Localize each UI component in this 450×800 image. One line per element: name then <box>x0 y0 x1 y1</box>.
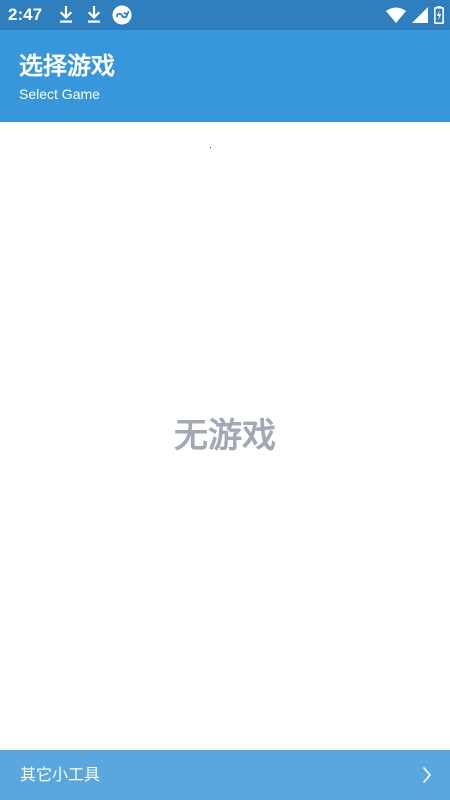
notification-icons <box>56 5 140 25</box>
game-list-area: 无游戏 <box>0 122 450 750</box>
download-icon <box>84 5 104 25</box>
app-bar: 选择游戏 Select Game <box>0 30 450 122</box>
wifi-icon <box>386 5 406 25</box>
chevron-right-icon <box>422 766 432 784</box>
signal-icon <box>412 5 428 25</box>
page-subtitle: Select Game <box>19 86 100 102</box>
download-icon <box>56 5 76 25</box>
empty-state-message: 无游戏 <box>174 416 276 456</box>
battery-charging-icon <box>434 5 444 25</box>
stray-dot <box>210 147 211 148</box>
other-tools-button[interactable]: 其它小工具 <box>0 750 450 800</box>
screen: 2:47 选择游戏 Select Game 无游戏 其它小工具 <box>0 0 450 800</box>
status-bar: 2:47 <box>0 0 450 30</box>
page-title: 选择游戏 <box>19 52 115 80</box>
other-tools-label: 其它小工具 <box>20 765 101 784</box>
cloud-sync-icon <box>112 5 132 25</box>
system-icons <box>380 5 444 25</box>
status-time: 2:47 <box>8 5 43 24</box>
